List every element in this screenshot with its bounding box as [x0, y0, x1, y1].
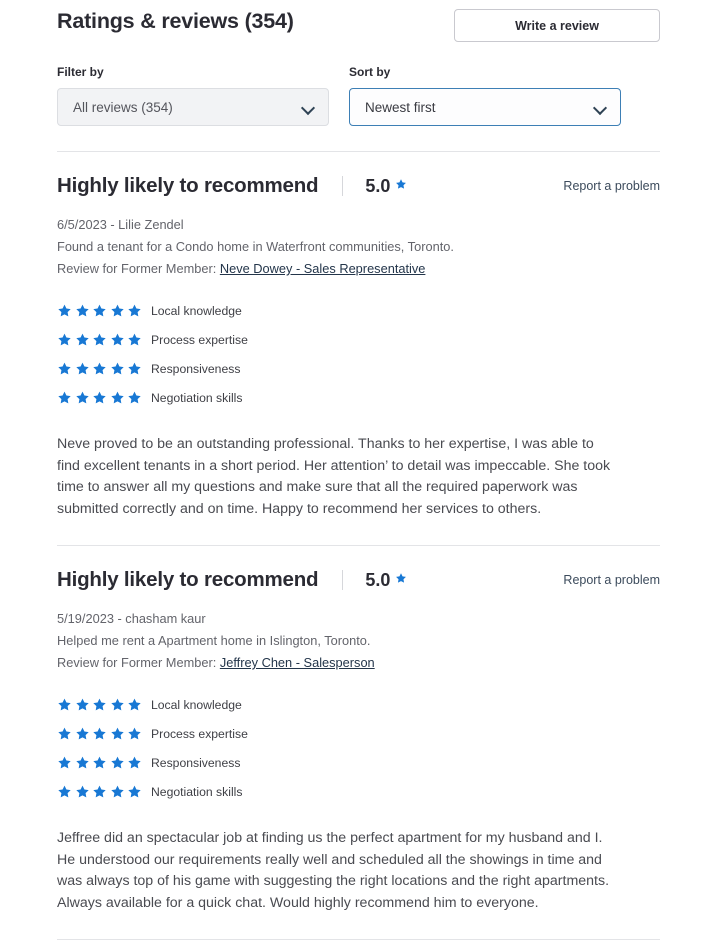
star-rating	[57, 784, 145, 799]
star-rating	[57, 726, 145, 741]
star-rating	[57, 303, 145, 318]
sort-by-group: Sort by Newest first	[349, 65, 621, 126]
review-title: Highly likely to recommend	[57, 174, 319, 197]
agent-profile-link[interactable]: Jeffrey Chen - Salesperson	[220, 655, 375, 670]
rating-row: Local knowledge	[57, 690, 660, 719]
rating-category-label: Responsiveness	[151, 755, 241, 770]
divider-pipe	[342, 570, 344, 590]
review-body-text: Neve proved to be an outstanding profess…	[57, 436, 611, 517]
review-score: 5.0	[365, 175, 391, 196]
star-rating	[57, 361, 145, 376]
rating-row: Responsiveness	[57, 748, 660, 777]
review-date-author: 5/19/2023 - chasham kaur	[57, 611, 206, 626]
review-transaction: Found a tenant for a Condo home in Water…	[57, 239, 454, 254]
reviews-list: Highly likely to recommend 5.0 Report a pr…	[57, 152, 660, 940]
sort-by-select[interactable]: Newest first	[349, 88, 621, 126]
review-for-prefix: Review for Former Member:	[57, 261, 217, 276]
review-for-prefix: Review for Former Member:	[57, 655, 217, 670]
rating-row: Responsiveness	[57, 354, 660, 383]
star-rating	[57, 332, 145, 347]
star-icon	[395, 572, 407, 584]
sort-by-value: Newest first	[365, 99, 436, 115]
filter-by-select[interactable]: All reviews (354)	[57, 88, 329, 126]
review-title: Highly likely to recommend	[57, 568, 319, 591]
review-header: Highly likely to recommend 5.0 Report a pr…	[57, 174, 660, 198]
reviews-page: Ratings & reviews (354) Write a review F…	[0, 0, 717, 940]
rating-breakdown: Local knowledge Process expertise Responsi…	[57, 690, 660, 806]
review-for-line: Review for Former Member: Jeffrey Chen -…	[57, 652, 660, 674]
divider-pipe	[342, 176, 344, 196]
rating-category-label: Local knowledge	[151, 303, 242, 318]
report-a-problem-link[interactable]: Report a problem	[563, 179, 660, 193]
rating-row: Negotiation skills	[57, 777, 660, 806]
rating-category-label: Negotiation skills	[151, 390, 243, 405]
review-item: Highly likely to recommend 5.0 Report a pr…	[57, 152, 660, 546]
star-rating	[57, 390, 145, 405]
review-for-line: Review for Former Member: Neve Dowey - S…	[57, 258, 660, 280]
sort-by-label: Sort by	[349, 65, 391, 79]
review-meta: 6/5/2023 - Lilie Zendel Found a tenant fo…	[57, 214, 660, 280]
rating-category-label: Process expertise	[151, 332, 248, 347]
page-header: Ratings & reviews (354) Write a review	[57, 0, 660, 42]
review-meta: 5/19/2023 - chasham kaur Helped me rent a…	[57, 608, 660, 674]
rating-category-label: Local knowledge	[151, 697, 242, 712]
review-transaction: Helped me rent a Apartment home in Islin…	[57, 633, 371, 648]
rating-category-label: Negotiation skills	[151, 784, 243, 799]
chevron-down-icon	[302, 101, 315, 114]
rating-breakdown: Local knowledge Process expertise Responsi…	[57, 296, 660, 412]
filter-by-label: Filter by	[57, 65, 104, 79]
write-a-review-button[interactable]: Write a review	[454, 9, 660, 42]
report-a-problem-link[interactable]: Report a problem	[563, 573, 660, 587]
star-rating	[57, 755, 145, 770]
rating-category-label: Responsiveness	[151, 361, 241, 376]
agent-profile-link[interactable]: Neve Dowey - Sales Representative	[220, 261, 426, 276]
rating-category-label: Process expertise	[151, 726, 248, 741]
review-header: Highly likely to recommend 5.0 Report a pr…	[57, 568, 660, 592]
filter-by-value: All reviews (354)	[73, 99, 173, 115]
review-score: 5.0	[365, 569, 391, 590]
filter-sort-controls: Filter by All reviews (354) Sort by Newe…	[57, 65, 660, 126]
rating-row: Local knowledge	[57, 296, 660, 325]
filter-by-group: Filter by All reviews (354)	[57, 65, 329, 126]
star-icon	[395, 178, 407, 190]
review-body-text: Jeffree did an spectacular job at findin…	[57, 830, 610, 911]
rating-row: Process expertise	[57, 719, 660, 748]
review-date-author: 6/5/2023 - Lilie Zendel	[57, 217, 184, 232]
star-rating	[57, 697, 145, 712]
review-item: Highly likely to recommend 5.0 Report a pr…	[57, 546, 660, 940]
page-title: Ratings & reviews (354)	[57, 9, 294, 33]
rating-row: Negotiation skills	[57, 383, 660, 412]
rating-row: Process expertise	[57, 325, 660, 354]
chevron-down-icon	[594, 101, 607, 114]
